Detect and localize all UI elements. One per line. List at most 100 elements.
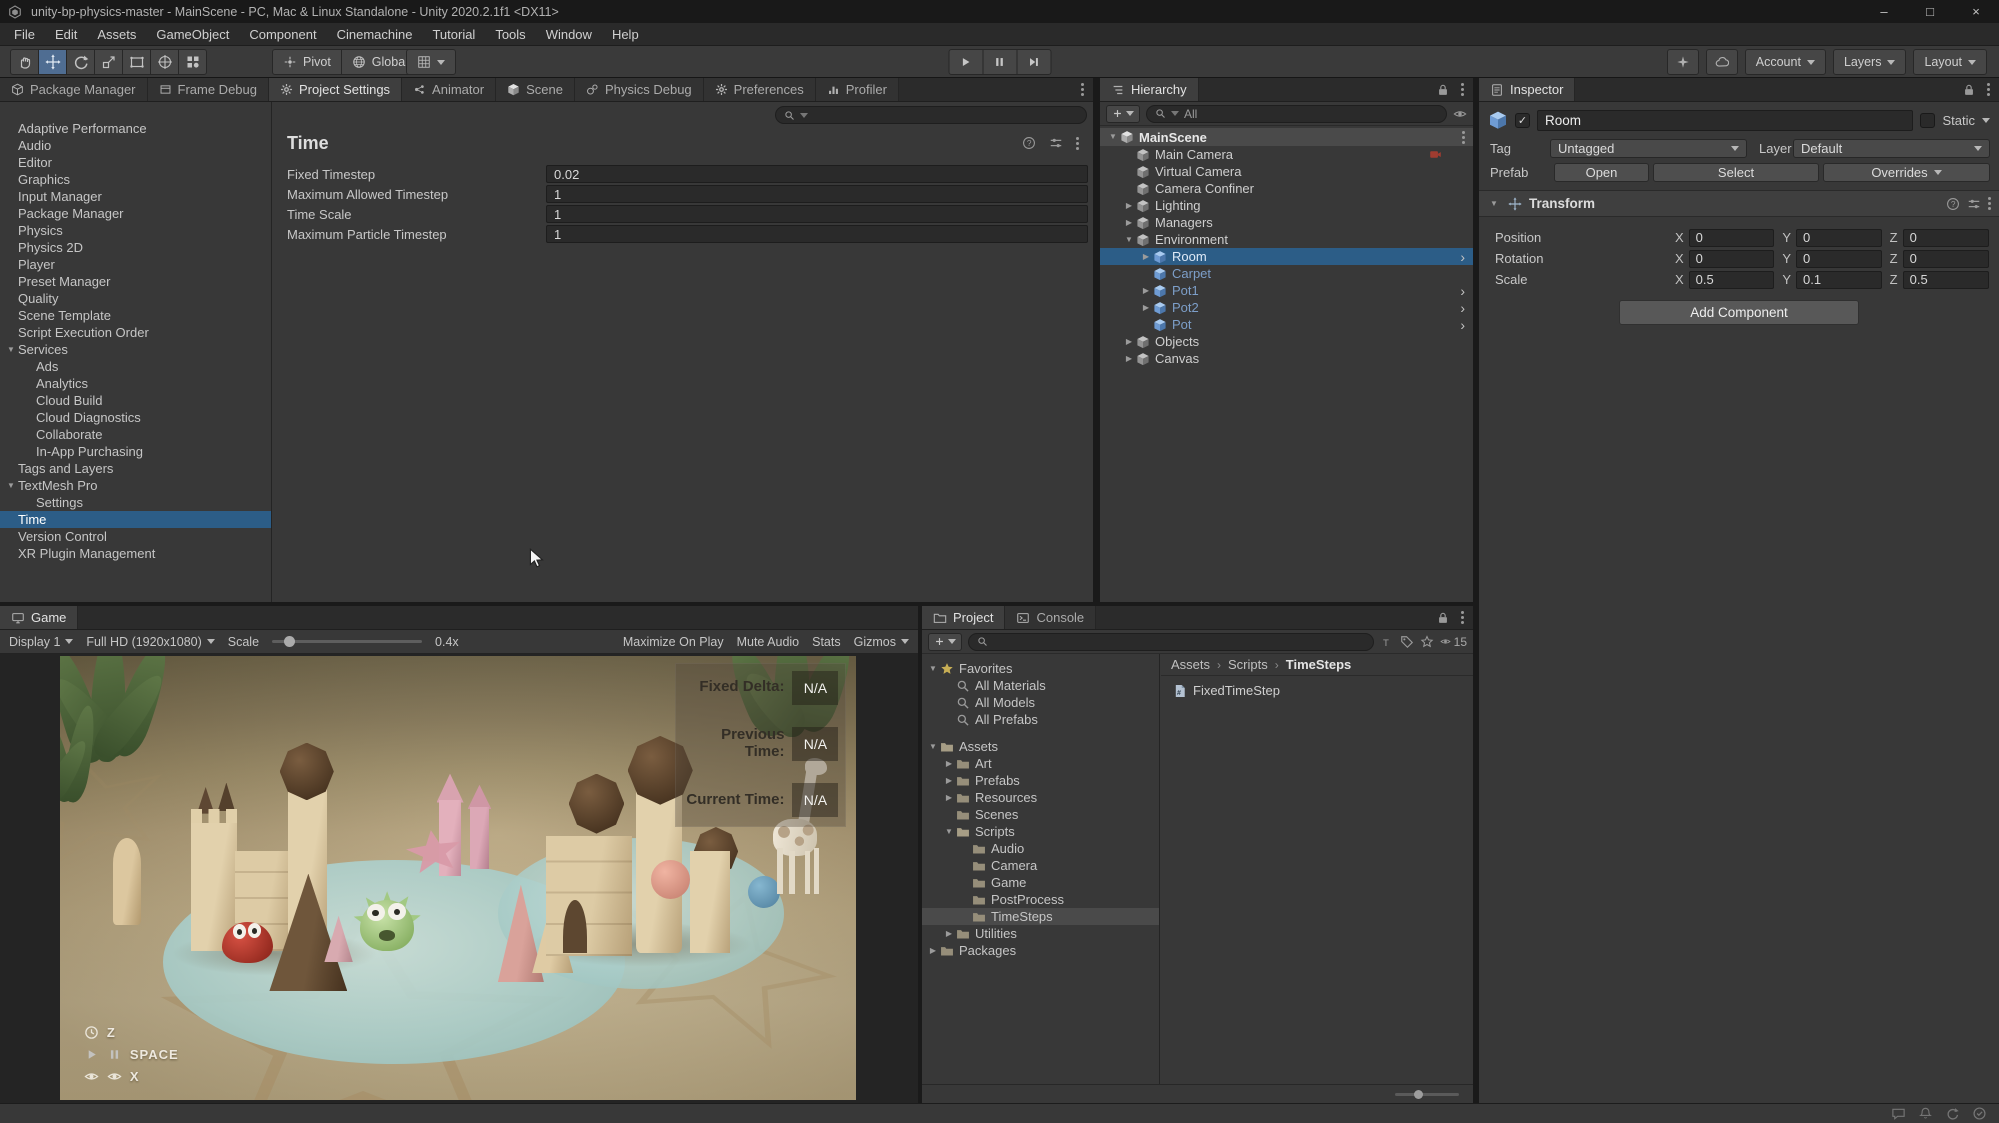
rect-tool-button[interactable] <box>122 49 151 75</box>
menu-tutorial[interactable]: Tutorial <box>422 23 485 45</box>
tab-project[interactable]: Project <box>922 606 1005 629</box>
maximize-button[interactable]: □ <box>1907 0 1953 23</box>
static-dropdown-caret[interactable] <box>1982 118 1990 123</box>
pivot-toggle[interactable]: Pivot <box>272 49 342 75</box>
tab-console[interactable]: Console <box>1005 606 1096 629</box>
foldout-open-icon[interactable]: ▼ <box>926 743 940 751</box>
prefab-open-button[interactable]: Open <box>1554 163 1649 182</box>
foldout-closed-icon[interactable]: ▶ <box>942 760 956 768</box>
settings-category-services[interactable]: ▼Services <box>0 341 271 358</box>
project-item-all-models[interactable]: All Models <box>922 694 1159 711</box>
hierarchy-menu-icon[interactable] <box>1461 88 1464 91</box>
settings-category-package-manager[interactable]: Package Manager <box>0 205 271 222</box>
panel-menu-icon[interactable] <box>1081 88 1084 91</box>
aspect-dropdown[interactable]: Full HD (1920x1080) <box>86 635 214 649</box>
project-item-camera[interactable]: Camera <box>922 857 1159 874</box>
menu-file[interactable]: File <box>4 23 45 45</box>
transform-component-header[interactable]: ▼ Transform ? <box>1479 191 1999 217</box>
menu-gameobject[interactable]: GameObject <box>146 23 239 45</box>
hierarchy-item-canvas[interactable]: ▶Canvas <box>1100 350 1473 367</box>
hierarchy-item-environment[interactable]: ▼Environment <box>1100 231 1473 248</box>
foldout-closed-icon[interactable]: ▶ <box>942 777 956 785</box>
prefab-open-chevron[interactable]: › <box>1460 250 1465 264</box>
settings-category-player[interactable]: Player <box>0 256 271 273</box>
settings-category-tags-and-layers[interactable]: Tags and Layers <box>0 460 271 477</box>
settings-category-quality[interactable]: Quality <box>0 290 271 307</box>
project-item-utilities[interactable]: ▶Utilities <box>922 925 1159 942</box>
settings-category-cloud-diagnostics[interactable]: Cloud Diagnostics <box>0 409 271 426</box>
breadcrumb-assets[interactable]: Assets <box>1171 657 1210 672</box>
settings-category-xr-plugin-management[interactable]: XR Plugin Management <box>0 545 271 562</box>
minimize-button[interactable]: – <box>1861 0 1907 23</box>
maximize-on-play-toggle[interactable]: Maximize On Play <box>623 635 724 649</box>
tab-project-settings[interactable]: Project Settings <box>269 78 402 101</box>
hidden-packages-count[interactable]: 15 <box>1440 635 1467 649</box>
presets-icon[interactable] <box>1967 197 1981 211</box>
scale-slider-knob[interactable] <box>284 636 295 647</box>
rotation-x-field[interactable]: 0 <box>1689 250 1775 268</box>
tab-scene[interactable]: Scene <box>496 78 575 101</box>
add-component-button[interactable]: Add Component <box>1619 300 1859 325</box>
tab-game[interactable]: Game <box>0 606 78 629</box>
create-object-button[interactable] <box>1106 105 1140 123</box>
help-icon[interactable]: ? <box>1022 136 1036 150</box>
hierarchy-item-lighting[interactable]: ▶Lighting <box>1100 197 1473 214</box>
foldout-closed-icon[interactable]: ▶ <box>942 794 956 802</box>
hierarchy-eye-icon[interactable] <box>1453 107 1467 121</box>
menu-help[interactable]: Help <box>602 23 649 45</box>
project-item-all-prefabs[interactable]: All Prefabs <box>922 711 1159 728</box>
icon-size-slider[interactable] <box>1395 1093 1459 1096</box>
settings-category-collaborate[interactable]: Collaborate <box>0 426 271 443</box>
settings-category-cloud-build[interactable]: Cloud Build <box>0 392 271 409</box>
view-tool-button[interactable] <box>10 49 39 75</box>
foldout-open-icon[interactable]: ▼ <box>1106 133 1120 141</box>
tab-frame-debug[interactable]: Frame Debug <box>148 78 269 101</box>
settings-category-preset-manager[interactable]: Preset Manager <box>0 273 271 290</box>
rotation-y-field[interactable]: 0 <box>1796 250 1882 268</box>
lock-icon[interactable] <box>1962 83 1976 97</box>
foldout-open-icon[interactable]: ▼ <box>942 828 956 836</box>
settings-category-graphics[interactable]: Graphics <box>0 171 271 188</box>
time-scale-field[interactable]: 1 <box>546 205 1088 223</box>
position-x-field[interactable]: 0 <box>1689 229 1775 247</box>
settings-category-ads[interactable]: Ads <box>0 358 271 375</box>
hierarchy-item-carpet[interactable]: Carpet <box>1100 265 1473 282</box>
menu-assets[interactable]: Assets <box>87 23 146 45</box>
tab-physics-debug[interactable]: Physics Debug <box>575 78 704 101</box>
prefab-open-chevron[interactable]: › <box>1460 318 1465 332</box>
foldout-closed-icon[interactable]: ▶ <box>1139 304 1153 312</box>
search-by-type-icon[interactable]: T <box>1380 635 1394 649</box>
settings-category-physics-2d[interactable]: Physics 2D <box>0 239 271 256</box>
hierarchy-scene-mainscene[interactable]: ▼MainScene <box>1100 128 1473 146</box>
project-item-timesteps[interactable]: TimeSteps <box>922 908 1159 925</box>
prefab-open-chevron[interactable]: › <box>1460 284 1465 298</box>
prefab-open-chevron[interactable]: › <box>1460 301 1465 315</box>
project-item-postprocess[interactable]: PostProcess <box>922 891 1159 908</box>
hierarchy-item-virtual-camera[interactable]: Virtual Camera <box>1100 163 1473 180</box>
close-button[interactable]: × <box>1953 0 1999 23</box>
cloud-button[interactable] <box>1706 49 1738 75</box>
hierarchy-item-pot[interactable]: Pot› <box>1100 316 1473 333</box>
hierarchy-item-pot2[interactable]: ▶Pot2› <box>1100 299 1473 316</box>
menu-cinemachine[interactable]: Cinemachine <box>327 23 423 45</box>
tab-inspector[interactable]: Inspector <box>1479 78 1575 101</box>
position-y-field[interactable]: 0 <box>1796 229 1882 247</box>
asset-fixedtimestep[interactable]: # FixedTimeStep <box>1161 676 1473 698</box>
menu-tools[interactable]: Tools <box>485 23 535 45</box>
settings-category-version-control[interactable]: Version Control <box>0 528 271 545</box>
foldout-closed-icon[interactable]: ▶ <box>1139 253 1153 261</box>
tab-profiler[interactable]: Profiler <box>816 78 899 101</box>
account-dropdown[interactable]: Account <box>1745 49 1826 75</box>
presets-icon[interactable] <box>1049 136 1063 150</box>
scale-y-field[interactable]: 0.1 <box>1796 271 1882 289</box>
move-tool-button[interactable] <box>38 49 67 75</box>
foldout-open-icon[interactable]: ▼ <box>4 346 18 354</box>
foldout-closed-icon[interactable]: ▶ <box>1122 338 1136 346</box>
layers-dropdown[interactable]: Layers <box>1833 49 1907 75</box>
settings-category-time[interactable]: Time <box>0 511 271 528</box>
project-item-favorites[interactable]: ▼Favorites <box>922 660 1159 677</box>
settings-category-adaptive-performance[interactable]: Adaptive Performance <box>0 120 271 137</box>
foldout-open-icon[interactable]: ▼ <box>1487 200 1501 208</box>
project-item-all-materials[interactable]: All Materials <box>922 677 1159 694</box>
settings-category-script-execution-order[interactable]: Script Execution Order <box>0 324 271 341</box>
